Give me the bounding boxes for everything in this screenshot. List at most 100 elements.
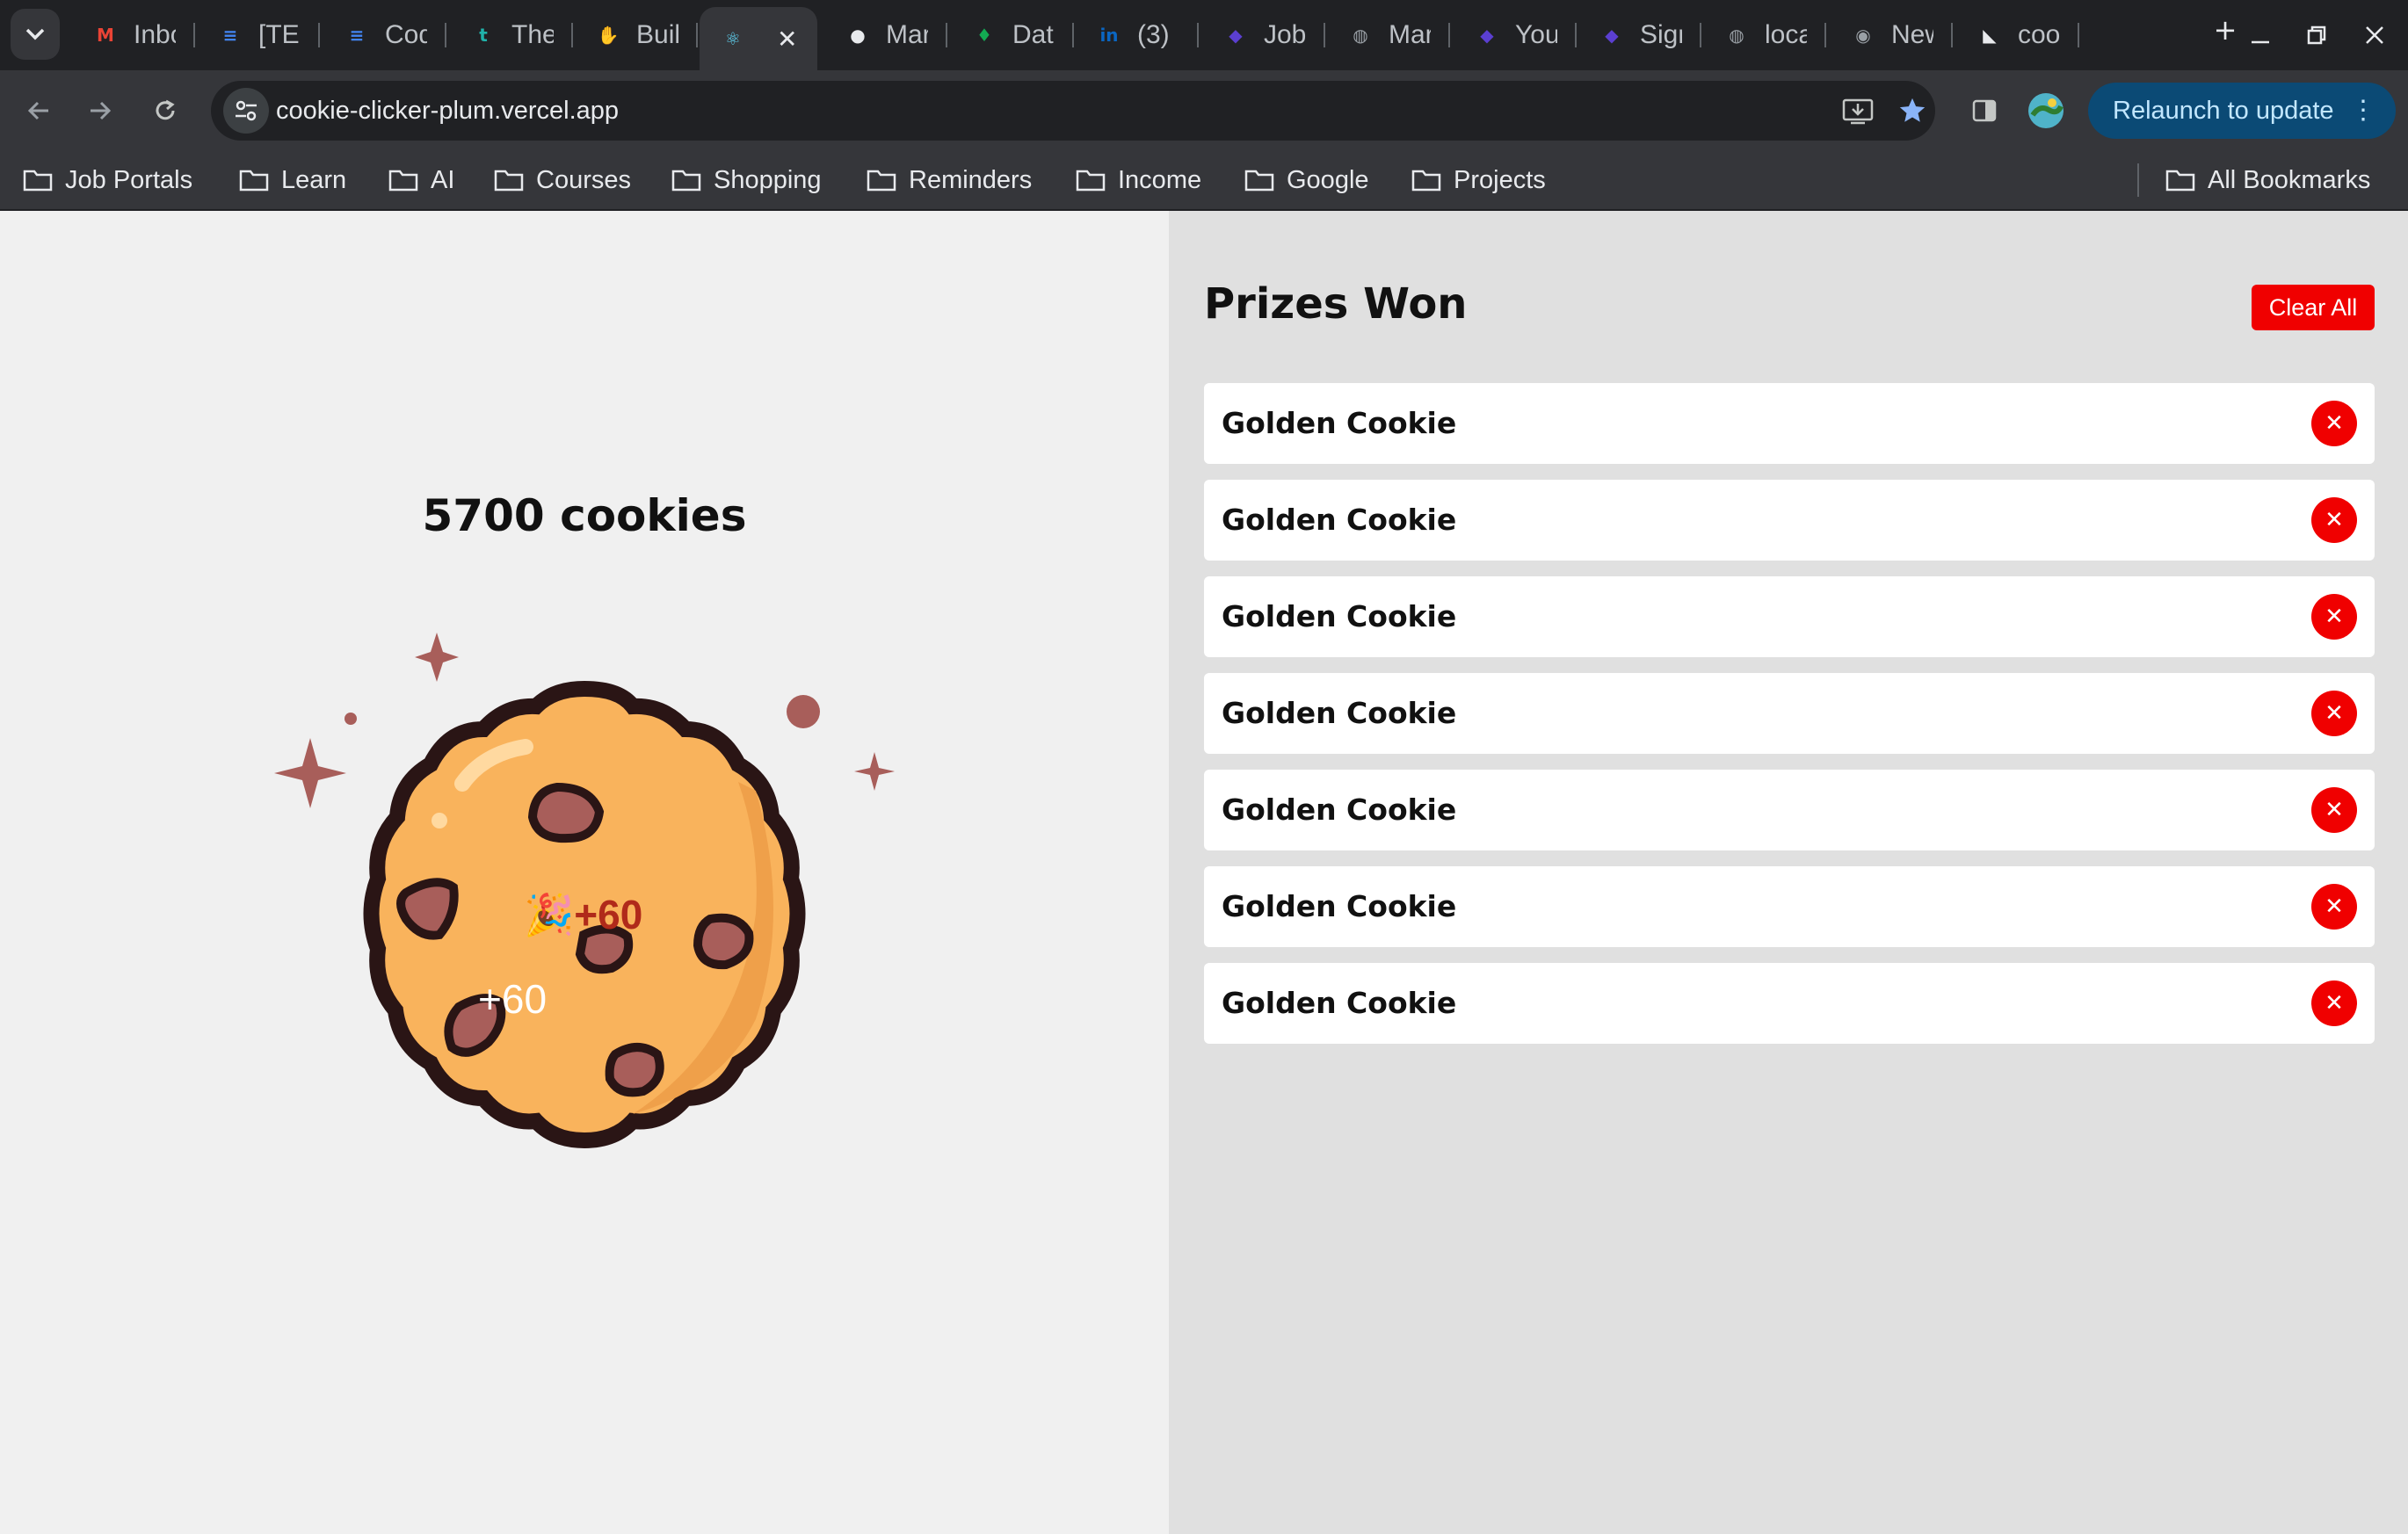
chocolate-chip	[396, 878, 459, 940]
more-vert-icon: ⋮	[2350, 96, 2376, 125]
folder-icon	[671, 170, 701, 192]
bookmark-folder[interactable]: Courses	[494, 151, 631, 209]
tab-strip: MInbo≡[TEC≡CodtThe✋Buil⚛✕●Mar♦Datin(3)◆J…	[0, 0, 2408, 70]
browser-tab[interactable]: ◣ coo	[1956, 11, 2079, 60]
globe-icon: ◍	[1729, 25, 1744, 46]
browser-tab[interactable]: ◍ Mar	[1327, 11, 1450, 60]
tab-title: Job	[1264, 20, 1306, 49]
site-settings-icon[interactable]	[223, 88, 269, 134]
bookmark-folder[interactable]: Projects	[1411, 151, 1546, 209]
remove-prize-button[interactable]: ✕	[2311, 497, 2357, 543]
shield-icon: ◆	[1229, 25, 1243, 46]
mongodb-leaf-icon: ♦	[976, 25, 992, 46]
tab-separator	[1951, 23, 1953, 47]
tab-separator	[1700, 23, 1701, 47]
bookmark-label: Projects	[1454, 165, 1546, 194]
floating-click-text: +60	[478, 976, 548, 1022]
tab-separator	[571, 23, 573, 47]
prize-list: Golden Cookie ✕ Golden Cookie ✕ Golden Cooki…	[1204, 383, 2375, 1060]
browser-tab[interactable]: ◆ Sign	[1578, 11, 1701, 60]
folder-icon	[2165, 170, 2195, 192]
browser-tab[interactable]: ≡ Cod	[323, 11, 446, 60]
browser-tab[interactable]: t The	[450, 11, 573, 60]
bookmark-folder[interactable]: Job Portals	[23, 151, 192, 209]
remove-prize-button[interactable]: ✕	[2311, 884, 2357, 930]
floating-bonus-value: +60	[574, 892, 643, 937]
bookmark-folder[interactable]: Reminders	[867, 151, 1032, 209]
install-app-icon[interactable]	[1839, 91, 1877, 130]
browser-tab[interactable]: ≡ [TEC	[197, 11, 320, 60]
browser-tab[interactable]: ◉ New	[1830, 11, 1953, 60]
tab-separator	[1448, 23, 1450, 47]
remove-prize-button[interactable]: ✕	[2311, 594, 2357, 640]
minimize-icon[interactable]	[2234, 12, 2287, 58]
bookmark-label: AI	[431, 165, 455, 194]
clear-all-button[interactable]: Clear All	[2252, 285, 2375, 330]
profile-avatar-icon[interactable]	[2023, 88, 2069, 134]
tab-separator	[1324, 23, 1325, 47]
back-button[interactable]	[16, 88, 62, 134]
tab-title: Mar	[1389, 20, 1431, 49]
browser-tab[interactable]: M Inbo	[72, 11, 195, 60]
forward-button[interactable]	[77, 88, 123, 134]
restore-icon[interactable]	[2290, 12, 2343, 58]
close-window-icon[interactable]	[2348, 12, 2401, 58]
bookmark-folder[interactable]: Shopping	[671, 151, 822, 209]
tab-separator	[318, 23, 320, 47]
browser-tab[interactable]: ◆ You	[1454, 11, 1577, 60]
bookmark-folder[interactable]: Learn	[239, 151, 346, 209]
vercel-icon: ◣	[1983, 25, 1997, 46]
reload-icon	[156, 99, 175, 120]
arrow-left-icon	[27, 101, 48, 120]
bookmark-folder[interactable]: AI	[388, 151, 454, 209]
tab-search-button[interactable]	[11, 9, 60, 60]
remove-prize-button[interactable]: ✕	[2311, 691, 2357, 736]
side-panel-icon[interactable]	[1962, 88, 2007, 134]
bookmark-folder[interactable]: Income	[1076, 151, 1201, 209]
browser-tab[interactable]: ♦ Dat	[951, 11, 1074, 60]
tab-separator	[946, 23, 947, 47]
shield-icon: ◆	[1605, 25, 1619, 46]
all-bookmarks-button[interactable]: All Bookmarks	[2165, 151, 2370, 209]
close-tab-icon[interactable]: ✕	[777, 25, 797, 54]
relaunch-button[interactable]: Relaunch to update ⋮	[2088, 83, 2396, 139]
tab-separator	[1575, 23, 1577, 47]
prizes-panel: Prizes Won Clear All Golden Cookie ✕ Golde…	[1169, 211, 2408, 1534]
prize-name: Golden Cookie	[1222, 503, 1457, 537]
bookmarks-divider	[2137, 163, 2139, 197]
tab-title: coo	[2018, 20, 2060, 49]
bookmark-label: Learn	[281, 165, 347, 194]
party-popper-icon: 🎉	[524, 892, 575, 937]
browser-tab[interactable]: in (3)	[1076, 11, 1199, 60]
bookmark-label: Courses	[536, 165, 631, 194]
remove-prize-button[interactable]: ✕	[2311, 980, 2357, 1026]
remove-prize-button[interactable]: ✕	[2311, 401, 2357, 446]
react-icon: ⚛	[725, 28, 741, 49]
bookmark-label: Income	[1118, 165, 1202, 194]
star-icon[interactable]	[1893, 91, 1932, 130]
folder-icon	[1076, 170, 1106, 192]
browser-tab[interactable]: ◍ loca	[1703, 11, 1826, 60]
tab-title: loca	[1765, 20, 1807, 49]
browser-tab[interactable]: ✋ Buil	[575, 11, 698, 60]
remove-prize-button[interactable]: ✕	[2311, 787, 2357, 833]
tab-title: Inbo	[134, 20, 176, 49]
sparkle-dot	[345, 713, 357, 725]
folder-icon	[239, 170, 269, 192]
browser-tab[interactable]: ● Mar	[824, 11, 947, 60]
tab-title: The	[511, 20, 554, 49]
browser-tab[interactable]: ◆ Job	[1202, 11, 1325, 60]
cookie-highlight-dot	[432, 813, 447, 829]
url-text[interactable]: cookie-clicker-plum.vercel.app	[276, 81, 619, 141]
address-bar[interactable]: cookie-clicker-plum.vercel.app	[211, 81, 1935, 141]
chocolate-chip	[693, 913, 754, 970]
bookmark-folder[interactable]: Google	[1244, 151, 1369, 209]
sparkle-icon	[854, 752, 895, 791]
clicker-panel: 5700 cookies 🎉+60 +60	[0, 211, 1169, 1534]
reload-button[interactable]	[142, 88, 188, 134]
tab-separator	[1824, 23, 1826, 47]
cookie-count: 5700 cookies	[422, 490, 747, 541]
prize-item: Golden Cookie ✕	[1204, 576, 2375, 657]
browser-tab[interactable]: ⚛ ✕	[700, 7, 817, 70]
linkedin-icon: in	[1099, 25, 1119, 46]
